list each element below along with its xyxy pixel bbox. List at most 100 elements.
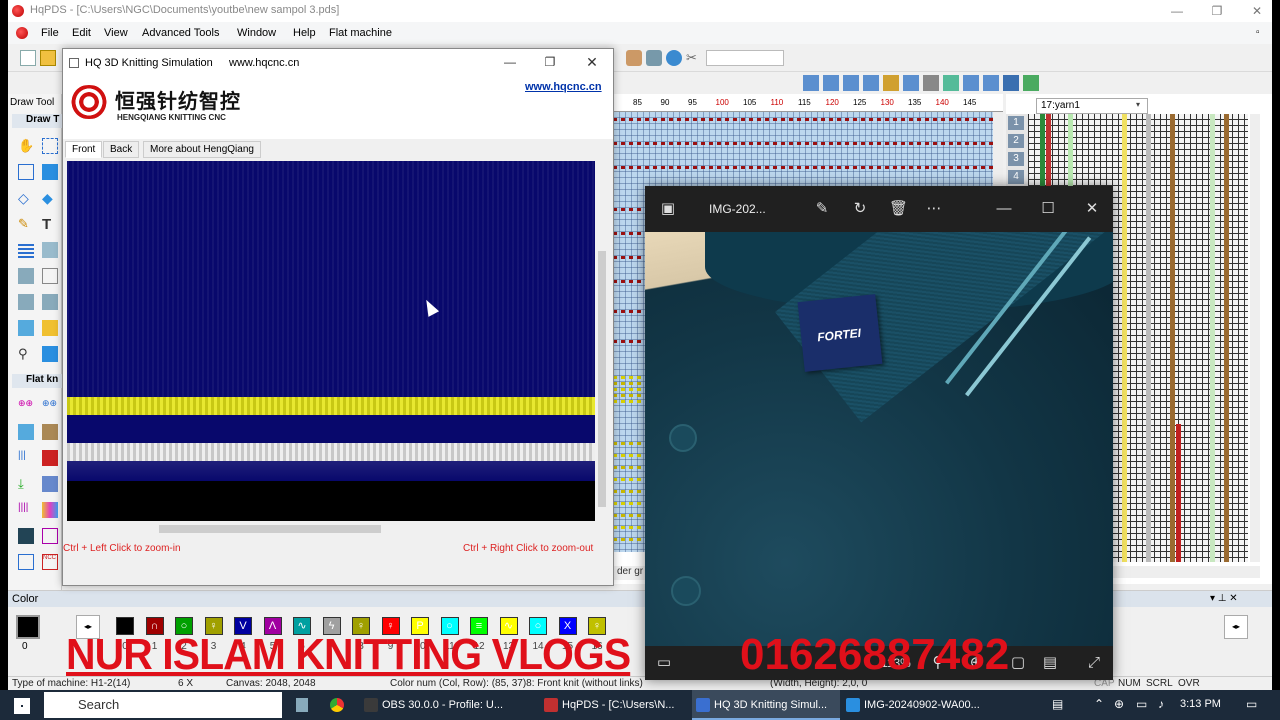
row-tool-icon[interactable] xyxy=(803,75,819,91)
sim-vertical-scrollbar[interactable] xyxy=(595,161,609,521)
transfer-icon[interactable]: ⊕⊕ xyxy=(18,398,34,414)
shift-icon[interactable] xyxy=(963,75,979,91)
tab-back[interactable]: Back xyxy=(103,141,140,158)
pipette-icon[interactable] xyxy=(42,476,58,492)
copy-row-icon[interactable] xyxy=(943,75,959,91)
grid-tool-icon[interactable] xyxy=(42,242,58,258)
frame2-icon[interactable] xyxy=(18,554,34,570)
tray-network-icon[interactable]: ⊕ xyxy=(1114,697,1124,711)
stitch2-icon[interactable] xyxy=(42,424,58,440)
yarn-row-number[interactable]: 3 xyxy=(1008,152,1024,166)
new-file-icon[interactable] xyxy=(20,50,36,66)
sim-minimize-icon[interactable]: — xyxy=(495,53,525,71)
save-icon[interactable] xyxy=(1003,75,1019,91)
viewer-minimize-icon[interactable]: — xyxy=(995,200,1013,218)
flat-knit-section[interactable]: Flat kn xyxy=(12,374,62,388)
maximize-icon[interactable]: ❐ xyxy=(1202,2,1232,20)
layers-icon[interactable] xyxy=(42,528,58,544)
taskbar-app[interactable]: OBS 30.0.0 - Profile: U... xyxy=(360,690,510,720)
fit-icon[interactable]: ▢ xyxy=(1009,654,1027,672)
ncc-icon[interactable]: NCC xyxy=(42,554,58,570)
menu-edit[interactable]: Edit xyxy=(72,27,91,39)
stitch-icon[interactable] xyxy=(18,424,34,440)
sim-close-icon[interactable]: ✕ xyxy=(577,53,607,71)
close-icon[interactable]: ✕ xyxy=(1242,2,1272,20)
mirror-icon[interactable] xyxy=(983,75,999,91)
delete-row-icon[interactable] xyxy=(903,75,919,91)
needle-icon[interactable]: ||| xyxy=(18,450,34,466)
hand-icon[interactable]: ✋ xyxy=(18,138,34,154)
bars-icon[interactable]: |||| xyxy=(18,502,34,518)
insert-row-icon[interactable] xyxy=(843,75,859,91)
app-menu-icon[interactable] xyxy=(16,27,28,39)
minimize-icon[interactable]: — xyxy=(1162,2,1192,20)
palette-icon[interactable] xyxy=(42,502,58,518)
globe-icon[interactable] xyxy=(666,50,682,66)
taskbar-app[interactable]: HqPDS - [C:\Users\N... xyxy=(540,690,690,720)
diamond-icon[interactable]: ◇ xyxy=(18,190,34,206)
yarn-select[interactable]: 17:yarn1 xyxy=(1036,98,1148,114)
menu-flat-machine[interactable]: Flat machine xyxy=(329,27,392,39)
gallery-icon[interactable]: ▣ xyxy=(659,200,677,218)
text-tool-icon[interactable]: T xyxy=(42,216,58,233)
draw-tool-section[interactable]: Draw T xyxy=(12,114,62,128)
move-tool-icon[interactable] xyxy=(18,294,34,310)
delete-icon[interactable]: 🗑 xyxy=(889,200,908,218)
image-tool-icon[interactable] xyxy=(18,528,34,544)
edit-image-icon[interactable]: ✎ xyxy=(813,200,831,218)
tab-more-about[interactable]: More about HengQiang xyxy=(143,141,261,158)
mark-icon[interactable] xyxy=(883,75,899,91)
viewer-maximize-icon[interactable]: ☐ xyxy=(1039,200,1057,218)
line-tool-icon[interactable] xyxy=(18,268,34,284)
toolbar-combo[interactable] xyxy=(706,50,784,66)
chevron-down-icon[interactable]: ▾ xyxy=(1136,100,1140,109)
sim-vscroll-thumb[interactable] xyxy=(598,251,606,507)
taskbar-app[interactable]: IMG-20240902-WA00... xyxy=(842,690,1018,720)
red-block-icon[interactable] xyxy=(42,450,58,466)
sim-maximize-icon[interactable]: ❐ xyxy=(535,53,565,71)
chart-tool-icon[interactable] xyxy=(42,294,58,310)
restore-mdi-icon[interactable]: ▫ xyxy=(1256,27,1260,38)
filled-diamond-icon[interactable]: ◆ xyxy=(42,190,58,206)
slideshow-icon[interactable]: ▭ xyxy=(655,654,673,672)
col-tool-icon[interactable] xyxy=(823,75,839,91)
tray-volume-icon[interactable]: ♪ xyxy=(1158,697,1164,711)
menu-view[interactable]: View xyxy=(104,27,128,39)
down-arrow-icon[interactable]: ⤓ xyxy=(18,476,34,492)
yarn-row-number[interactable]: 4 xyxy=(1008,170,1024,184)
yarn-row-number[interactable]: 1 xyxy=(1008,116,1024,130)
paint-icon[interactable] xyxy=(646,50,662,66)
tray-notes-icon[interactable]: ▤ xyxy=(1052,697,1063,711)
hqcnc-link[interactable]: www.hqcnc.cn xyxy=(525,81,602,93)
yarn-vertical-scrollbar[interactable] xyxy=(1250,114,1260,562)
magnifier-icon[interactable]: ⚲ xyxy=(18,346,34,362)
taskbar-clock[interactable]: 3:13 PM xyxy=(1180,698,1221,710)
brush-icon[interactable] xyxy=(626,50,642,66)
menu-help[interactable]: Help xyxy=(293,27,316,39)
eraser-icon[interactable] xyxy=(42,320,58,336)
tray-chevron-icon[interactable]: ⌃ xyxy=(1094,697,1104,711)
viewer-close-icon[interactable]: ✕ xyxy=(1083,200,1101,218)
knit-3d-view[interactable] xyxy=(67,161,595,521)
yarn-row-number[interactable]: 2 xyxy=(1008,134,1024,148)
bottle-icon[interactable] xyxy=(923,75,939,91)
more-options-icon[interactable]: ⋯ xyxy=(925,200,943,218)
image-icon[interactable] xyxy=(1023,75,1039,91)
insert-col-icon[interactable] xyxy=(863,75,879,91)
select-rect-icon[interactable] xyxy=(42,138,58,154)
sim-hscroll-thumb[interactable] xyxy=(159,525,381,533)
open-folder-icon[interactable] xyxy=(40,50,56,66)
tab-front[interactable]: Front xyxy=(65,141,103,158)
lines-icon[interactable] xyxy=(18,242,34,258)
frame-tool-icon[interactable] xyxy=(18,320,34,336)
taskbar-app[interactable]: HQ 3D Knitting Simul... xyxy=(692,690,840,720)
menu-advanced-tools[interactable]: Advanced Tools xyxy=(142,27,219,39)
transfer2-icon[interactable]: ⊕⊕ xyxy=(42,398,58,414)
sim-horizontal-scrollbar[interactable] xyxy=(67,521,595,537)
fill-tool-icon[interactable] xyxy=(42,346,58,362)
menu-file[interactable]: File xyxy=(41,27,59,39)
filmstrip-icon[interactable]: ▤ xyxy=(1041,654,1059,672)
rect-icon[interactable] xyxy=(18,164,34,180)
rotate-icon[interactable]: ↻ xyxy=(851,200,869,218)
pencil-icon[interactable]: ✎ xyxy=(18,216,34,232)
